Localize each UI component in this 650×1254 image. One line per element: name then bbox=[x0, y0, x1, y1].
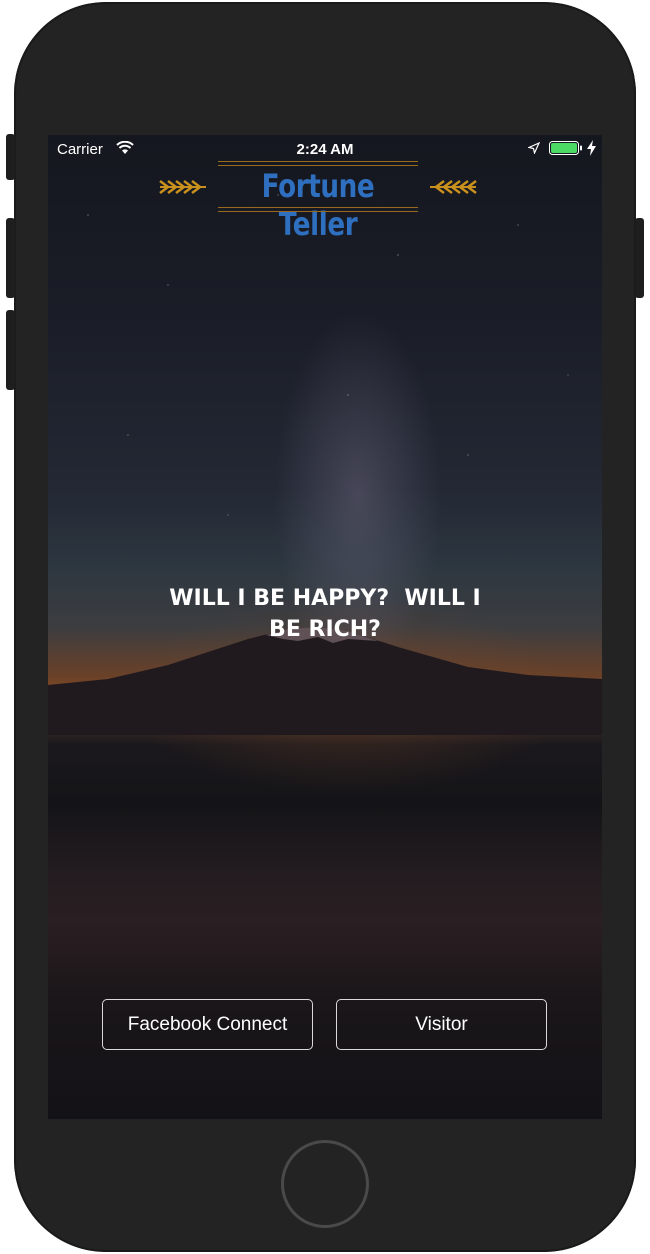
app-screen: Carrier 2:24 AM Fortune Teller WILL I BE… bbox=[48, 135, 602, 1119]
volume-up-button bbox=[6, 218, 15, 298]
volume-down-button bbox=[6, 310, 15, 390]
logo-bottom-rule bbox=[218, 207, 418, 208]
battery-icon bbox=[549, 141, 582, 155]
power-button bbox=[635, 218, 644, 298]
status-bar: Carrier 2:24 AM bbox=[48, 135, 602, 163]
facebook-connect-button[interactable]: Facebook Connect bbox=[102, 999, 313, 1050]
status-time: 2:24 AM bbox=[296, 141, 354, 158]
charging-bolt-icon bbox=[587, 140, 596, 156]
wheat-arrows-icon bbox=[430, 180, 477, 194]
app-logo: Fortune Teller bbox=[158, 161, 478, 243]
logo-top-rule-2 bbox=[218, 165, 418, 166]
headline-text: WILL I BE HAPPY? WILL I BE RICH? bbox=[169, 586, 481, 642]
logo-bottom-rule-2 bbox=[218, 211, 418, 212]
mute-switch bbox=[6, 134, 15, 180]
logo-top-rule bbox=[218, 161, 418, 162]
app-title: Fortune Teller bbox=[261, 167, 375, 243]
visitor-button[interactable]: Visitor bbox=[336, 999, 547, 1050]
location-arrow-icon bbox=[528, 142, 540, 154]
wheat-arrows-icon bbox=[159, 180, 206, 194]
home-button[interactable] bbox=[281, 1140, 369, 1228]
